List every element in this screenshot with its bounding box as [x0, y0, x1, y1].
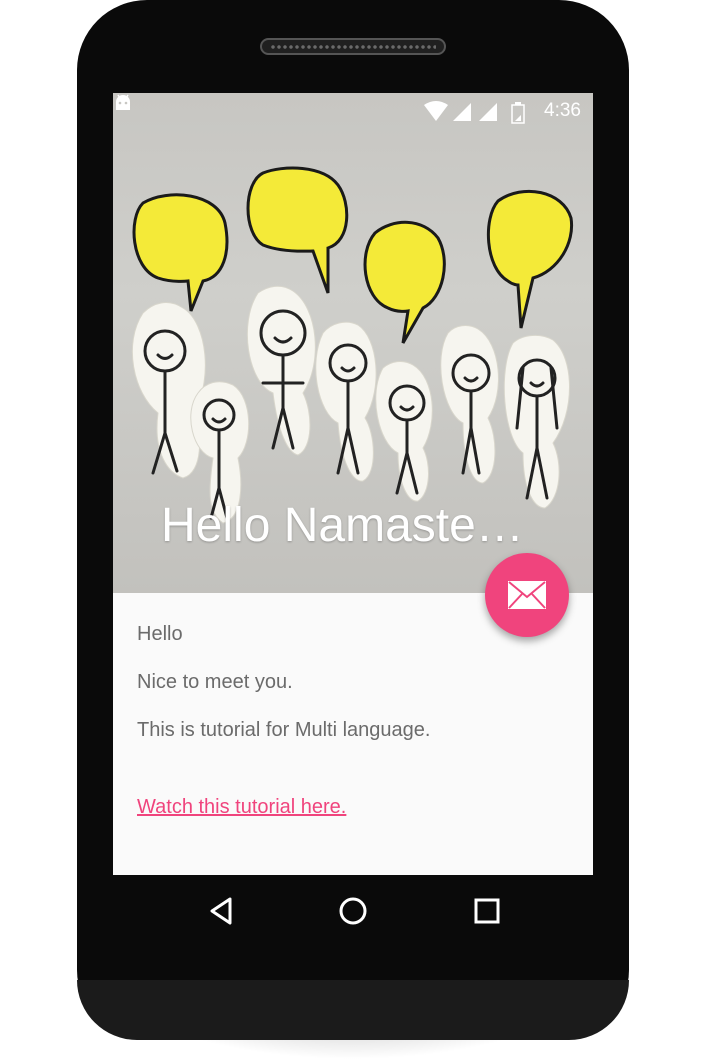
status-bar: 4:36 — [113, 93, 593, 129]
text-greeting: Nice to meet you. — [137, 671, 293, 693]
app-screen: 4:36 Hello Namaste… Hello Nice to meet y… — [113, 93, 593, 875]
tutorial-link[interactable]: Watch this tutorial here. — [137, 796, 346, 819]
recents-icon[interactable] — [472, 895, 502, 927]
navigation-bar — [113, 875, 593, 947]
signal-icon — [453, 103, 471, 121]
back-icon[interactable] — [206, 895, 236, 927]
phone-chin — [77, 980, 629, 1040]
toolbar-title: Hello Namaste… — [161, 499, 524, 552]
text-hello: Hello — [137, 623, 183, 645]
signal-icon-2 — [479, 103, 497, 121]
text-description: This is tutorial for Multi language. — [137, 719, 431, 741]
mail-icon — [508, 581, 546, 609]
earpiece-speaker — [260, 38, 446, 55]
home-icon[interactable] — [337, 895, 369, 927]
battery-icon — [511, 102, 525, 124]
header-image: 4:36 Hello Namaste… — [113, 93, 593, 593]
status-time: 4:36 — [544, 100, 581, 121]
email-fab-button[interactable] — [485, 553, 569, 637]
android-icon — [116, 94, 130, 110]
wifi-icon — [424, 101, 448, 121]
